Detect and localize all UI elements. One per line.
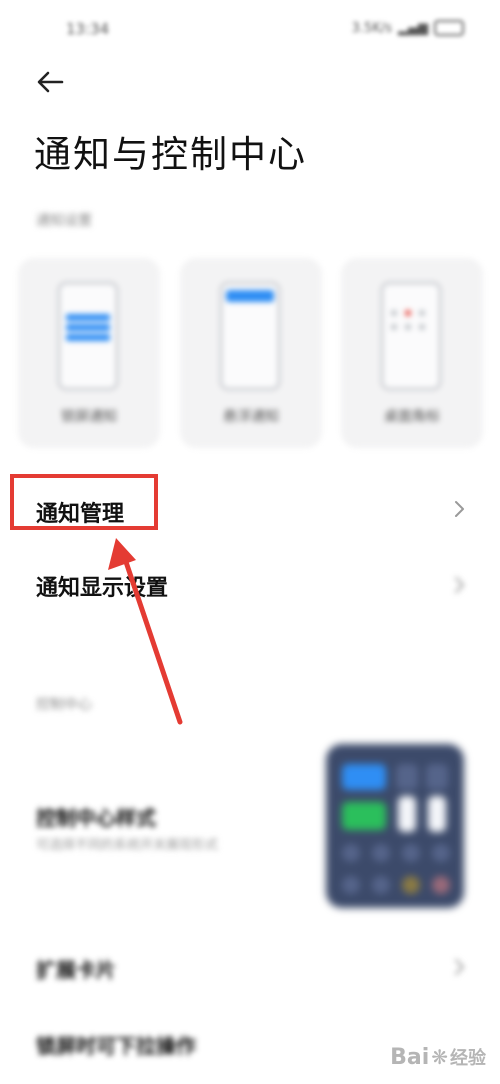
annotation-arrow	[108, 538, 183, 725]
watermark-text: Bai	[390, 1044, 430, 1070]
baidu-watermark: Bai ❋ 经验	[390, 1044, 486, 1070]
watermark-suffix: 经验	[450, 1048, 486, 1069]
paw-icon: ❋	[431, 1045, 448, 1069]
